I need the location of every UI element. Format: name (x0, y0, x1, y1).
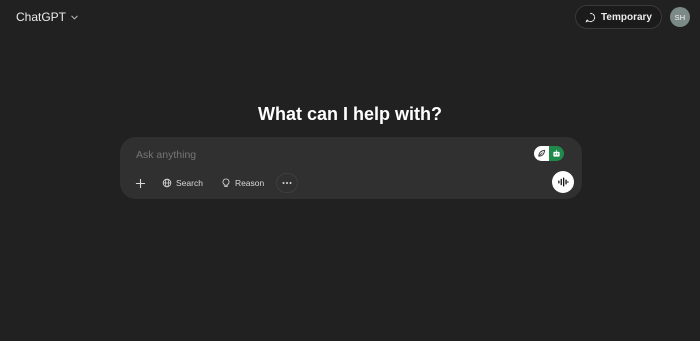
plus-icon (135, 178, 145, 188)
reason-button[interactable]: Reason (215, 173, 270, 193)
globe-icon (162, 178, 172, 188)
model-name: ChatGPT (16, 10, 67, 24)
page-title: What can I help with? (258, 104, 442, 124)
chevron-down-icon (71, 15, 78, 19)
model-switcher[interactable]: ChatGPT (10, 8, 85, 26)
composer: Search Reason (120, 137, 582, 199)
voice-mode-button[interactable] (552, 171, 574, 193)
lightbulb-icon (222, 178, 230, 187)
temporary-chat-icon (585, 12, 596, 22)
composer-toolbar: Search Reason (130, 173, 299, 193)
search-label: Search (176, 178, 203, 188)
more-tools-button[interactable] (276, 173, 299, 193)
leaf-icon (534, 146, 549, 161)
reason-label: Reason (234, 178, 265, 188)
temporary-label: Temporary (601, 11, 652, 23)
prompt-input[interactable] (136, 148, 516, 162)
temporary-chat-button[interactable]: Temporary (575, 5, 662, 29)
extension-badges[interactable] (534, 146, 564, 161)
top-bar: ChatGPT Temporary SH (0, 0, 700, 34)
attach-button[interactable] (130, 173, 150, 193)
avatar[interactable]: SH (670, 7, 690, 27)
search-button[interactable]: Search (156, 173, 209, 193)
voice-waveform-icon (558, 177, 569, 187)
more-icon (282, 182, 292, 184)
robot-icon (549, 146, 564, 161)
